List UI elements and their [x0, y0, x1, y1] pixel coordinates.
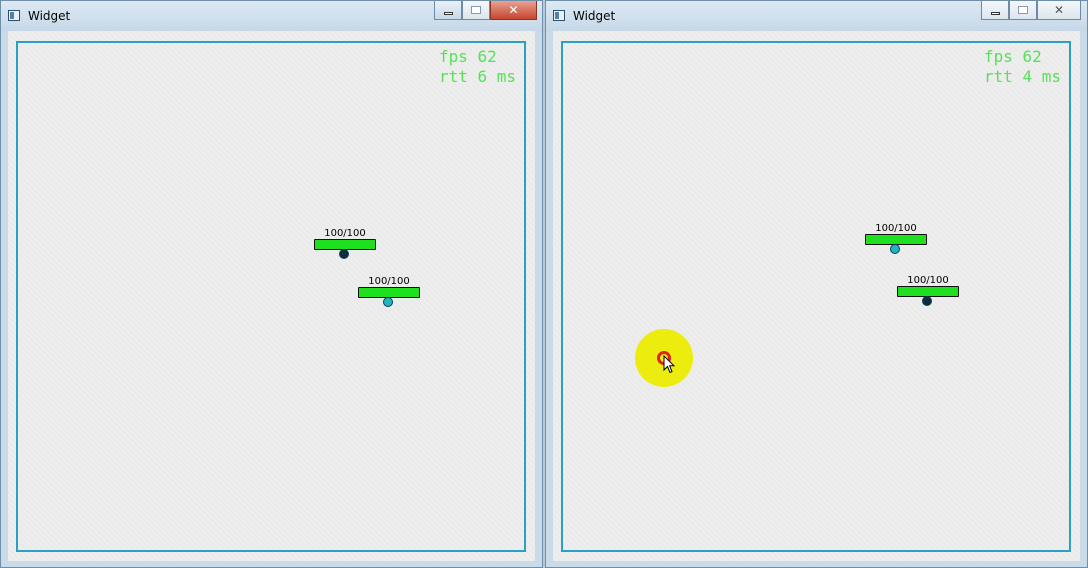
close-icon: ✕: [508, 3, 519, 17]
hp-label: 100/100: [875, 223, 917, 234]
game-arena[interactable]: fps 62 rtt 4 ms 100/100 100/100: [561, 41, 1071, 552]
player-entity: 100/100: [314, 229, 376, 259]
widget-app-icon: [553, 10, 565, 21]
player-dot: [339, 249, 349, 259]
title-bar[interactable]: Widget ✕: [1, 1, 542, 31]
player-entity: 100/100: [865, 224, 927, 254]
hp-label: 100/100: [368, 276, 410, 287]
close-button[interactable]: ✕: [1037, 1, 1081, 20]
game-arena[interactable]: fps 62 rtt 6 ms 100/100 100/100: [16, 41, 526, 552]
click-highlight: [635, 329, 693, 387]
title-bar[interactable]: Widget ✕: [546, 1, 1087, 31]
player-entity: 100/100: [897, 276, 959, 306]
widget-app-icon: [8, 10, 20, 21]
hud-stats: fps 62 rtt 6 ms: [439, 47, 516, 87]
widget-window-right[interactable]: Widget ✕ fps 62 rtt 4 ms 100/100 100/100: [545, 0, 1088, 568]
close-icon: ✕: [1053, 3, 1065, 17]
minimize-button[interactable]: [434, 1, 462, 20]
widget-window-left[interactable]: Widget ✕ fps 62 rtt 6 ms 100/100 100/100: [0, 0, 543, 568]
maximize-button[interactable]: [462, 1, 490, 20]
window-title: Widget: [573, 9, 616, 23]
minimize-icon: [990, 11, 1000, 15]
rtt-readout: rtt 4 ms: [983, 67, 1061, 86]
maximize-button[interactable]: [1009, 1, 1037, 20]
minimize-icon: [443, 11, 453, 15]
player-dot: [383, 297, 393, 307]
hp-label: 100/100: [907, 275, 949, 286]
player-dot: [922, 296, 932, 306]
client-area[interactable]: fps 62 rtt 4 ms 100/100 100/100: [553, 31, 1080, 561]
player-entity: 100/100: [358, 277, 420, 307]
minimize-button[interactable]: [981, 1, 1009, 20]
window-title: Widget: [28, 9, 71, 23]
fps-readout: fps 62: [983, 47, 1042, 66]
rtt-readout: rtt 6 ms: [438, 67, 516, 86]
maximize-icon: [1018, 6, 1028, 14]
maximize-icon: [471, 6, 481, 14]
player-dot: [890, 244, 900, 254]
mouse-pointer-icon: [663, 355, 675, 374]
close-button[interactable]: ✕: [490, 1, 537, 20]
client-area[interactable]: fps 62 rtt 6 ms 100/100 100/100: [8, 31, 535, 561]
fps-readout: fps 62: [438, 47, 497, 66]
hud-stats: fps 62 rtt 4 ms: [984, 47, 1061, 87]
hp-label: 100/100: [324, 228, 366, 239]
